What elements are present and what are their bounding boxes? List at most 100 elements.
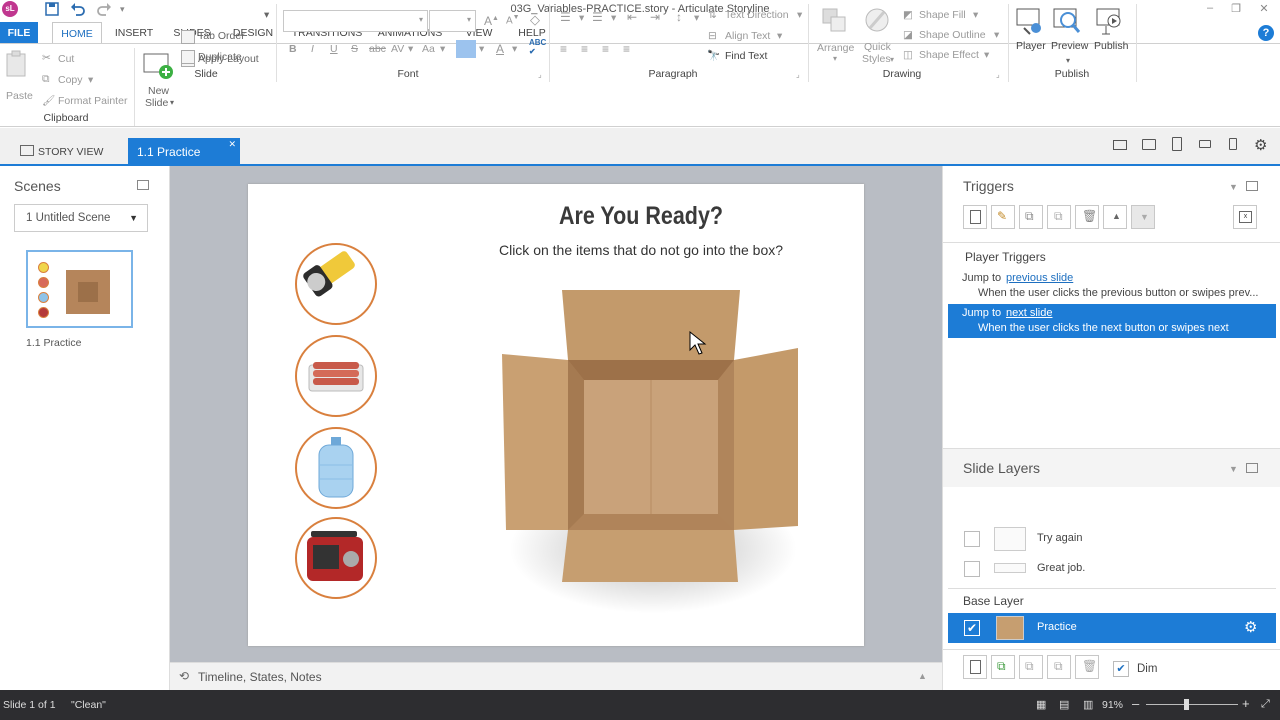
numbering-dropdown-icon[interactable]: ▾	[611, 12, 616, 24]
delete-layer-button[interactable]: 🗑	[1075, 655, 1099, 679]
text-direction-dropdown-icon[interactable]: ▾	[797, 9, 802, 21]
shape-effect-button[interactable]: Shape Effect	[919, 49, 979, 61]
find-text-button[interactable]: Find Text	[725, 50, 767, 62]
shrink-font-icon[interactable]: A▼	[506, 14, 520, 26]
fit-view-icon[interactable]: ▥	[1083, 698, 1093, 711]
slide-title[interactable]: Are You Ready?	[518, 202, 764, 231]
settings-icon[interactable]: ⚙	[1254, 136, 1267, 154]
font-color-dropdown-icon[interactable]: ▾	[512, 43, 517, 55]
copy-dropdown-icon[interactable]: ▾	[88, 74, 93, 86]
panel-collapse-icon[interactable]: ▼	[1229, 182, 1238, 192]
zoom-slider-track[interactable]	[1146, 704, 1238, 705]
expand-up-icon[interactable]: ▲	[918, 671, 927, 681]
duplicate-button[interactable]: Duplicate	[198, 51, 242, 63]
trigger-target-link[interactable]: previous slide	[1006, 272, 1073, 284]
trigger-target-link[interactable]: next slide	[1006, 307, 1052, 319]
decrease-indent-icon[interactable]: ⇤	[627, 10, 637, 24]
new-trigger-button[interactable]	[963, 205, 987, 229]
move-up-button[interactable]: ▲	[1103, 205, 1127, 229]
highlight-icon[interactable]	[456, 40, 476, 58]
copy-button[interactable]: Copy	[58, 74, 83, 86]
copy-layer-button[interactable]: ⧉	[1019, 655, 1043, 679]
close-tab-icon[interactable]: ✕	[228, 130, 236, 158]
panel-collapse-icon[interactable]: ▼	[1229, 464, 1238, 474]
clear-format-icon[interactable]: ◇	[530, 12, 540, 28]
layer-visibility-checkbox[interactable]	[964, 531, 980, 547]
normal-view-icon[interactable]: ▦	[1036, 698, 1046, 711]
paste-button[interactable]: Paste	[4, 50, 34, 106]
grow-font-icon[interactable]: A▲	[484, 14, 499, 28]
radio-item[interactable]	[295, 517, 377, 599]
increase-indent-icon[interactable]: ⇥	[650, 10, 660, 24]
font-size-input[interactable]: ▾	[429, 10, 476, 32]
tab-story-view[interactable]: STORY VIEW	[8, 138, 118, 166]
preview-dropdown-icon[interactable]: ▾	[1066, 56, 1070, 65]
variables-button[interactable]: x	[1233, 205, 1257, 229]
arrange-dropdown-icon[interactable]: ▾	[833, 54, 837, 63]
align-text-dropdown-icon[interactable]: ▾	[777, 30, 782, 42]
shape-effect-dropdown-icon[interactable]: ▾	[984, 49, 989, 61]
bullets-dropdown-icon[interactable]: ▾	[579, 12, 584, 24]
numbering-icon[interactable]: ☰	[592, 10, 603, 24]
phone-portrait-icon[interactable]	[1229, 138, 1237, 150]
timeline-bar[interactable]: ⟲ Timeline, States, Notes ▲	[170, 662, 942, 690]
layer-row[interactable]: Great job.	[948, 555, 1276, 583]
shape-fill-button[interactable]: Shape Fill	[919, 9, 966, 21]
close-icon[interactable]: ✕	[1254, 2, 1274, 18]
panel-restore-icon[interactable]	[1246, 181, 1258, 191]
tab-insert[interactable]: INSERT	[112, 22, 156, 44]
sausages-item[interactable]	[295, 335, 377, 417]
character-spacing-button[interactable]: AV	[391, 43, 404, 55]
paste-trigger-button[interactable]: ⧉	[1047, 205, 1071, 229]
zoom-in-icon[interactable]: +	[1242, 696, 1250, 711]
tablet-portrait-icon[interactable]	[1172, 137, 1182, 151]
minimize-icon[interactable]: –	[1200, 2, 1220, 18]
change-case-button[interactable]: Aa	[422, 43, 435, 55]
shadow-text-button[interactable]: abc	[369, 43, 386, 55]
bullets-icon[interactable]: ☰	[560, 10, 571, 24]
duplicate-layer-button[interactable]: ⧉	[991, 655, 1015, 679]
align-text-button[interactable]: Align Text	[725, 30, 770, 42]
line-spacing-icon[interactable]: ↕	[676, 10, 682, 24]
phone-landscape-icon[interactable]	[1199, 140, 1211, 148]
font-dialog-launcher-icon[interactable]: ⌟	[538, 70, 542, 79]
drawing-dialog-launcher-icon[interactable]: ⌟	[996, 70, 1000, 79]
tablet-landscape-icon[interactable]	[1142, 139, 1156, 150]
shape-fill-dropdown-icon[interactable]: ▾	[973, 9, 978, 21]
strikethrough-button[interactable]: S	[351, 43, 358, 55]
slide-thumbnail[interactable]	[26, 250, 133, 328]
trigger-item[interactable]: Jump to previous slide When the user cli…	[948, 269, 1276, 303]
player-button[interactable]: Player	[1014, 6, 1048, 58]
fit-window-icon[interactable]: ⤢	[1261, 698, 1270, 711]
character-spacing-dropdown-icon[interactable]: ▾	[408, 43, 413, 55]
edit-trigger-button[interactable]: ✎	[991, 205, 1015, 229]
format-painter-button[interactable]: Format Painter	[58, 95, 127, 107]
checkmark-icon[interactable]: ✔	[964, 620, 980, 636]
line-spacing-dropdown-icon[interactable]: ▾	[694, 12, 699, 24]
text-direction-button[interactable]: Text Direction	[725, 9, 789, 21]
shape-outline-dropdown-icon[interactable]: ▾	[994, 29, 999, 41]
tab-order-button[interactable]: Tab Order	[198, 30, 245, 42]
justify-icon[interactable]: ≡	[623, 42, 630, 56]
layer-visibility-checkbox[interactable]	[964, 561, 980, 577]
spell-check-icon[interactable]: ABC ✔	[529, 38, 546, 56]
desktop-preview-icon[interactable]	[1113, 140, 1127, 150]
panel-restore-icon[interactable]	[1246, 463, 1258, 473]
tab-file[interactable]: FILE	[0, 22, 38, 44]
scene-select[interactable]: 1 Untitled Scene ▼	[14, 204, 148, 232]
delete-trigger-button[interactable]: 🗑	[1075, 205, 1099, 229]
tab-home[interactable]: HOME	[52, 22, 102, 44]
help-icon[interactable]: ?	[1258, 25, 1274, 41]
new-slide-dropdown-icon[interactable]: ▾	[170, 98, 174, 107]
layer-row[interactable]: Try again	[948, 525, 1276, 553]
paste-layer-button[interactable]: ⧉	[1047, 655, 1071, 679]
trigger-item-selected[interactable]: Jump to next slide When the user clicks …	[948, 304, 1276, 338]
align-right-icon[interactable]: ≡	[602, 42, 609, 56]
tab-slide-practice[interactable]: 1.1 Practice ✕	[128, 138, 240, 166]
gear-icon[interactable]: ⚙	[1244, 618, 1257, 636]
slide-subtitle[interactable]: Click on the items that do not go into t…	[458, 242, 824, 258]
change-case-dropdown-icon[interactable]: ▾	[440, 43, 445, 55]
font-color-icon[interactable]: A	[496, 42, 504, 56]
flashlight-item[interactable]	[295, 243, 377, 325]
move-down-button[interactable]: ▼	[1131, 205, 1155, 229]
